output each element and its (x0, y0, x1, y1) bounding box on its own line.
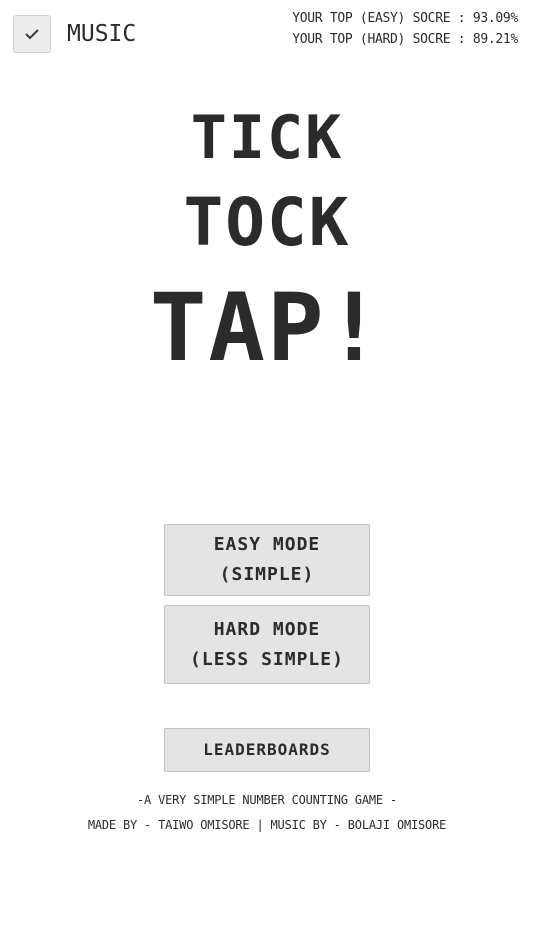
easy-top-score: YOUR TOP (EASY) SOCRE : 93.09% (292, 11, 518, 26)
music-toggle[interactable]: MUSIC (13, 15, 136, 53)
hard-top-score: YOUR TOP (HARD) SOCRE : 89.21% (292, 32, 518, 47)
easy-mode-sublabel: (SIMPLE) (219, 564, 315, 585)
hard-mode-button[interactable]: HARD MODE (LESS SIMPLE) (164, 605, 370, 684)
checkmark-icon (25, 29, 39, 40)
hard-mode-label: HARD MODE (213, 618, 321, 640)
leaderboards-button[interactable]: LEADERBOARDS (164, 728, 370, 772)
footer-tagline: -A VERY SIMPLE NUMBER COUNTING GAME - (137, 793, 397, 807)
hard-mode-sublabel: (LESS SIMPLE) (190, 648, 344, 670)
easy-mode-button[interactable]: EASY MODE (SIMPLE) (164, 524, 370, 596)
music-checkbox[interactable] (13, 15, 51, 53)
top-scores: YOUR TOP (EASY) SOCRE : 93.09% YOUR TOP … (292, 8, 518, 50)
leaderboards-label: LEADERBOARDS (203, 740, 331, 759)
music-label: MUSIC (67, 21, 137, 47)
footer-credits: MADE BY - TAIWO OMISORE | MUSIC BY - BOL… (87, 818, 447, 832)
easy-mode-label: EASY MODE (213, 534, 321, 555)
title-tick: TICK (190, 103, 344, 173)
title-tap: TAP! (149, 274, 385, 383)
title-tock: TOCK (183, 184, 351, 261)
